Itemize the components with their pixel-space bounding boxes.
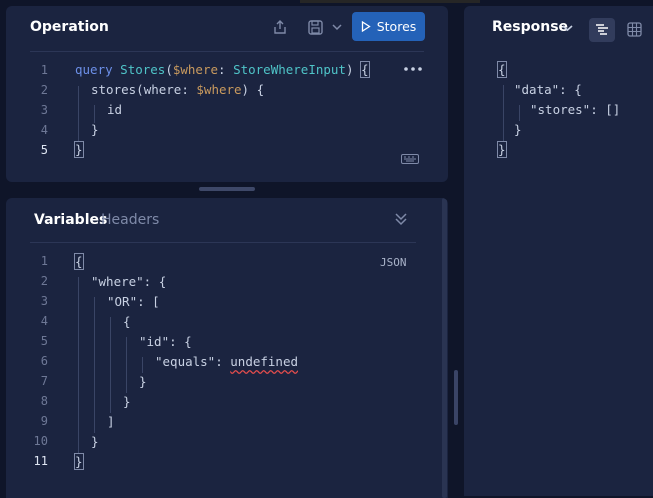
code-line: {: [497, 61, 507, 78]
save-icon[interactable]: [304, 17, 326, 37]
punct-token: :: [218, 62, 226, 77]
code-line: stores(where: $where) {: [91, 82, 264, 97]
line-number: 4: [40, 314, 48, 328]
code-line: id: [107, 102, 122, 117]
play-icon: [361, 21, 371, 32]
chevron-down-icon[interactable]: [330, 19, 344, 35]
indent-guide: [78, 86, 79, 142]
code-line: "OR": [: [107, 294, 160, 309]
line-number: 3: [40, 294, 48, 308]
indent-guide: [94, 105, 95, 123]
punct-token: ): [241, 82, 250, 97]
code-line: "data": {: [514, 82, 582, 97]
indent-guide: [126, 337, 127, 393]
code-line: }: [497, 141, 507, 158]
field-token: stores: [91, 82, 137, 97]
text-align-icon: [596, 24, 608, 35]
variables-header-divider: [30, 242, 416, 243]
line-number: 2: [40, 83, 48, 97]
run-stores-button[interactable]: Stores: [352, 12, 425, 41]
code-line: "where": {: [91, 274, 167, 289]
line-number: 5: [40, 334, 48, 348]
code-line: {: [74, 253, 84, 270]
line-number: 5: [40, 143, 48, 157]
line-number: 6: [40, 354, 48, 368]
line-number: 1: [40, 254, 48, 268]
indent-guide: [78, 277, 79, 453]
code-line: "equals": undefined: [155, 354, 298, 369]
code-line: }: [123, 394, 131, 409]
operation-header-divider: [30, 51, 424, 52]
line-number: 11: [33, 454, 48, 468]
chevron-down-icon[interactable]: [560, 21, 574, 35]
operation-name-token: Stores: [120, 62, 166, 77]
line-number: 9: [40, 414, 48, 428]
code-line: }: [514, 122, 522, 137]
error-token: undefined: [230, 354, 298, 369]
brace-token: }: [91, 122, 99, 137]
operation-panel: Operation Stores 1 2 3 4 5 query Stores(…: [6, 6, 448, 182]
code-line: }: [139, 374, 147, 389]
type-token: StoreWhereInput: [233, 62, 346, 77]
brace-token: {: [360, 61, 370, 78]
indent-guide: [142, 357, 143, 373]
punct-token: (: [136, 82, 144, 97]
code-line: "stores": []: [530, 102, 621, 117]
brace-token: }: [74, 141, 84, 158]
variable-token: $where: [196, 82, 242, 97]
line-number: 8: [40, 394, 48, 408]
more-icon[interactable]: [402, 62, 424, 76]
operation-title: Operation: [30, 19, 109, 35]
line-number: 10: [33, 434, 48, 448]
window-top-strip: [300, 0, 480, 3]
response-panel: Response { "data": { "stores": [] } }: [464, 6, 653, 496]
variable-token: $where: [172, 62, 219, 77]
tab-variables[interactable]: Variables: [34, 212, 107, 228]
field-token: id: [107, 102, 123, 117]
brace-token: {: [497, 61, 507, 78]
line-number: 3: [40, 103, 48, 117]
code-line: {: [123, 314, 131, 329]
brace-token: }: [74, 453, 84, 470]
line-number: 1: [40, 63, 48, 77]
variables-panel: Variables Headers JSON 1 2 3 4 5 6 7 8 9…: [6, 198, 448, 498]
indent-guide: [519, 105, 520, 121]
panel-resize-handle[interactable]: [199, 187, 255, 191]
line-number: 4: [40, 123, 48, 137]
line-number: 2: [40, 274, 48, 288]
brace-token: }: [497, 141, 507, 158]
punct-token: ): [345, 62, 354, 77]
code-line: "id": {: [139, 334, 192, 349]
keyboard-icon[interactable]: [400, 153, 420, 165]
table-icon[interactable]: [624, 18, 644, 40]
indent-guide: [503, 85, 504, 141]
response-format-toggle[interactable]: [589, 18, 615, 42]
code-line: }: [74, 141, 84, 158]
code-line: }: [91, 434, 99, 449]
json-key-token: "equals":: [155, 354, 231, 369]
punct-token: :: [181, 82, 189, 97]
code-line: }: [91, 122, 99, 137]
scrollbar-thumb[interactable]: [454, 370, 458, 425]
indent-guide: [94, 297, 95, 433]
brace-token: {: [74, 253, 84, 270]
share-icon[interactable]: [270, 17, 290, 37]
run-button-label: Stores: [376, 19, 417, 34]
punct-token: (: [165, 62, 173, 77]
argument-token: where: [143, 82, 182, 97]
chevrons-down-icon[interactable]: [392, 210, 410, 228]
line-number: 7: [40, 374, 48, 388]
json-badge: JSON: [380, 256, 407, 269]
brace-token: {: [256, 82, 265, 97]
keyword-token: query: [75, 62, 113, 77]
code-line: ]: [107, 414, 115, 429]
indent-guide: [110, 317, 111, 413]
response-title: Response: [492, 19, 569, 35]
code-line: }: [74, 453, 84, 470]
code-line: query Stores($where: StoreWhereInput) {: [75, 61, 370, 78]
tab-headers[interactable]: Headers: [101, 212, 159, 228]
scrollbar-track[interactable]: [442, 198, 447, 498]
